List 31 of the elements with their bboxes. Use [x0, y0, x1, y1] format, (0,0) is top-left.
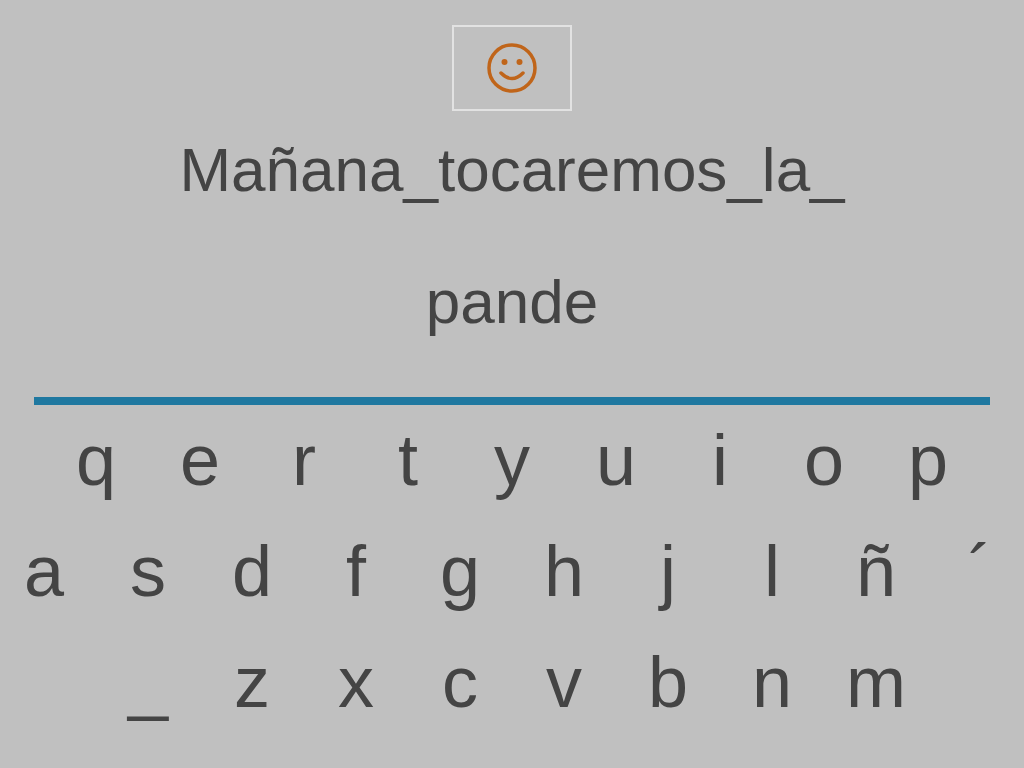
letter-key[interactable]: r: [257, 405, 351, 516]
letter-key[interactable]: q: [49, 405, 143, 516]
letter-key[interactable]: u: [569, 405, 663, 516]
hint-button[interactable]: [452, 25, 572, 111]
letter-key[interactable]: f: [309, 516, 403, 627]
letter-key[interactable]: i: [673, 405, 767, 516]
letter-key[interactable]: c: [413, 627, 507, 738]
letter-key[interactable]: t: [361, 405, 455, 516]
letter-key[interactable]: a: [0, 516, 91, 627]
letter-key[interactable]: ´: [933, 516, 1024, 627]
letter-key[interactable]: d: [205, 516, 299, 627]
letter-key[interactable]: j: [621, 516, 715, 627]
letter-key[interactable]: x: [309, 627, 403, 738]
letter-key[interactable]: b: [621, 627, 715, 738]
sentence-text: pande: [425, 266, 599, 338]
letter-key[interactable]: n: [725, 627, 819, 738]
letter-key[interactable]: h: [517, 516, 611, 627]
letter-key[interactable]: p: [881, 405, 975, 516]
letter-key[interactable]: v: [517, 627, 611, 738]
letter-key[interactable]: g: [413, 516, 507, 627]
letter-key[interactable]: m: [829, 627, 923, 738]
sentence-text: Mañana_tocaremos_la_: [179, 134, 845, 206]
smiley-icon: [486, 42, 538, 94]
letter-key[interactable]: ñ: [829, 516, 923, 627]
letter-key[interactable]: l: [725, 516, 819, 627]
letter-key[interactable]: z: [205, 627, 299, 738]
letter-key[interactable]: _: [101, 627, 195, 738]
letter-key[interactable]: y: [465, 405, 559, 516]
letter-key[interactable]: o: [777, 405, 871, 516]
letter-key[interactable]: e: [153, 405, 247, 516]
letter-key[interactable]: s: [101, 516, 195, 627]
